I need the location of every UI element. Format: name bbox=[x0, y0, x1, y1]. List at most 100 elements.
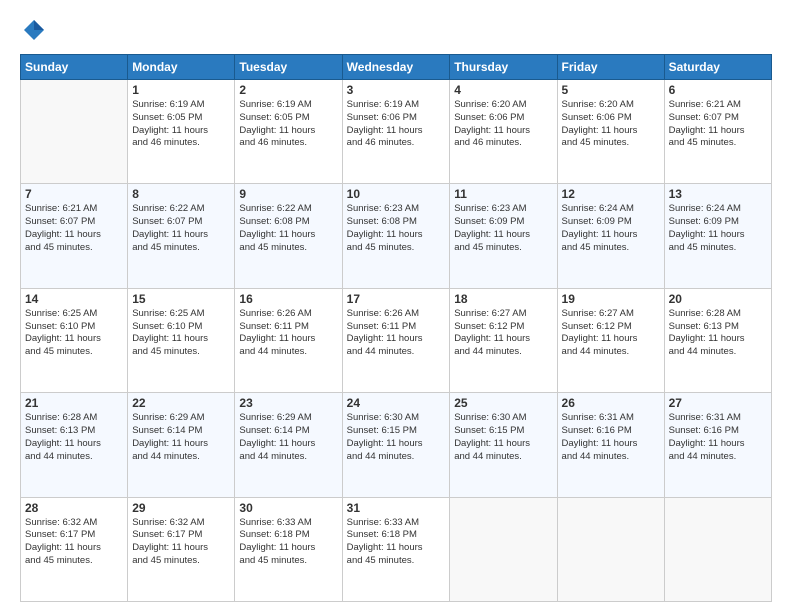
day-cell: 17 Sunrise: 6:26 AMSunset: 6:11 PMDayligh… bbox=[342, 288, 450, 392]
calendar-table: SundayMondayTuesdayWednesdayThursdayFrid… bbox=[20, 54, 772, 602]
day-info: Sunrise: 6:22 AMSunset: 6:08 PMDaylight:… bbox=[239, 203, 337, 254]
day-cell: 11Sunrise: 6:23 AMSunset: 6:09 PMDayligh… bbox=[450, 184, 557, 288]
day-number: 14 bbox=[25, 292, 123, 306]
day-info: Sunrise: 6:20 AMSunset: 6:06 PMDaylight:… bbox=[454, 99, 552, 150]
day-info: Sunrise: 6:25 AMSunset: 6:10 PMDaylight:… bbox=[132, 308, 230, 359]
day-cell: 3 Sunrise: 6:19 AMSunset: 6:06 PMDaylight… bbox=[342, 80, 450, 184]
day-cell: 29 Sunrise: 6:32 AMSunset: 6:17 PMDayligh… bbox=[128, 497, 235, 601]
day-header-monday: Monday bbox=[128, 55, 235, 80]
day-info: Sunrise: 6:19 AMSunset: 6:05 PMDaylight:… bbox=[132, 99, 230, 150]
day-number: 9 bbox=[239, 187, 337, 201]
day-info: Sunrise: 6:24 AMSunset: 6:09 PMDaylight:… bbox=[562, 203, 660, 254]
day-number: 16 bbox=[239, 292, 337, 306]
day-cell: 15 Sunrise: 6:25 AMSunset: 6:10 PMDayligh… bbox=[128, 288, 235, 392]
day-number: 27 bbox=[669, 396, 767, 410]
page: SundayMondayTuesdayWednesdayThursdayFrid… bbox=[0, 0, 792, 612]
day-cell: 16 Sunrise: 6:26 AMSunset: 6:11 PMDayligh… bbox=[235, 288, 342, 392]
week-row-0: 1 Sunrise: 6:19 AMSunset: 6:05 PMDaylight… bbox=[21, 80, 772, 184]
day-info: Sunrise: 6:31 AMSunset: 6:16 PMDaylight:… bbox=[562, 412, 660, 463]
day-header-tuesday: Tuesday bbox=[235, 55, 342, 80]
day-info: Sunrise: 6:19 AMSunset: 6:06 PMDaylight:… bbox=[347, 99, 446, 150]
day-header-wednesday: Wednesday bbox=[342, 55, 450, 80]
day-number: 24 bbox=[347, 396, 446, 410]
day-info: Sunrise: 6:20 AMSunset: 6:06 PMDaylight:… bbox=[562, 99, 660, 150]
day-info: Sunrise: 6:21 AMSunset: 6:07 PMDaylight:… bbox=[25, 203, 123, 254]
day-header-friday: Friday bbox=[557, 55, 664, 80]
day-info: Sunrise: 6:23 AMSunset: 6:08 PMDaylight:… bbox=[347, 203, 446, 254]
day-header-saturday: Saturday bbox=[664, 55, 771, 80]
day-info: Sunrise: 6:26 AMSunset: 6:11 PMDaylight:… bbox=[347, 308, 446, 359]
day-number: 19 bbox=[562, 292, 660, 306]
day-number: 22 bbox=[132, 396, 230, 410]
day-cell: 27 Sunrise: 6:31 AMSunset: 6:16 PMDayligh… bbox=[664, 393, 771, 497]
day-cell: 5 Sunrise: 6:20 AMSunset: 6:06 PMDaylight… bbox=[557, 80, 664, 184]
day-info: Sunrise: 6:31 AMSunset: 6:16 PMDaylight:… bbox=[669, 412, 767, 463]
day-number: 23 bbox=[239, 396, 337, 410]
day-number: 15 bbox=[132, 292, 230, 306]
day-number: 7 bbox=[25, 187, 123, 201]
day-info: Sunrise: 6:32 AMSunset: 6:17 PMDaylight:… bbox=[25, 517, 123, 568]
day-cell bbox=[557, 497, 664, 601]
day-info: Sunrise: 6:19 AMSunset: 6:05 PMDaylight:… bbox=[239, 99, 337, 150]
day-info: Sunrise: 6:24 AMSunset: 6:09 PMDaylight:… bbox=[669, 203, 767, 254]
day-number: 12 bbox=[562, 187, 660, 201]
day-cell: 14 Sunrise: 6:25 AMSunset: 6:10 PMDayligh… bbox=[21, 288, 128, 392]
day-cell: 21Sunrise: 6:28 AMSunset: 6:13 PMDayligh… bbox=[21, 393, 128, 497]
day-number: 18 bbox=[454, 292, 552, 306]
day-cell bbox=[21, 80, 128, 184]
day-number: 21 bbox=[25, 396, 123, 410]
day-cell: 1 Sunrise: 6:19 AMSunset: 6:05 PMDaylight… bbox=[128, 80, 235, 184]
day-number: 26 bbox=[562, 396, 660, 410]
day-cell: 2 Sunrise: 6:19 AMSunset: 6:05 PMDaylight… bbox=[235, 80, 342, 184]
day-info: Sunrise: 6:27 AMSunset: 6:12 PMDaylight:… bbox=[454, 308, 552, 359]
day-cell: 4Sunrise: 6:20 AMSunset: 6:06 PMDaylight… bbox=[450, 80, 557, 184]
day-cell: 25 Sunrise: 6:30 AMSunset: 6:15 PMDayligh… bbox=[450, 393, 557, 497]
header bbox=[20, 16, 772, 44]
day-number: 11 bbox=[454, 187, 552, 201]
day-cell: 6Sunrise: 6:21 AMSunset: 6:07 PMDaylight… bbox=[664, 80, 771, 184]
day-number: 1 bbox=[132, 83, 230, 97]
day-cell bbox=[450, 497, 557, 601]
day-cell: 10 Sunrise: 6:23 AMSunset: 6:08 PMDayligh… bbox=[342, 184, 450, 288]
day-number: 30 bbox=[239, 501, 337, 515]
day-info: Sunrise: 6:30 AMSunset: 6:15 PMDaylight:… bbox=[454, 412, 552, 463]
week-row-1: 7 Sunrise: 6:21 AMSunset: 6:07 PMDaylight… bbox=[21, 184, 772, 288]
day-info: Sunrise: 6:25 AMSunset: 6:10 PMDaylight:… bbox=[25, 308, 123, 359]
day-info: Sunrise: 6:33 AMSunset: 6:18 PMDaylight:… bbox=[239, 517, 337, 568]
day-number: 25 bbox=[454, 396, 552, 410]
week-row-3: 21Sunrise: 6:28 AMSunset: 6:13 PMDayligh… bbox=[21, 393, 772, 497]
day-info: Sunrise: 6:33 AMSunset: 6:18 PMDaylight:… bbox=[347, 517, 446, 568]
week-row-2: 14 Sunrise: 6:25 AMSunset: 6:10 PMDayligh… bbox=[21, 288, 772, 392]
day-number: 5 bbox=[562, 83, 660, 97]
day-cell: 22 Sunrise: 6:29 AMSunset: 6:14 PMDayligh… bbox=[128, 393, 235, 497]
day-info: Sunrise: 6:30 AMSunset: 6:15 PMDaylight:… bbox=[347, 412, 446, 463]
day-number: 3 bbox=[347, 83, 446, 97]
day-cell bbox=[664, 497, 771, 601]
day-cell: 18 Sunrise: 6:27 AMSunset: 6:12 PMDayligh… bbox=[450, 288, 557, 392]
day-info: Sunrise: 6:28 AMSunset: 6:13 PMDaylight:… bbox=[669, 308, 767, 359]
day-info: Sunrise: 6:22 AMSunset: 6:07 PMDaylight:… bbox=[132, 203, 230, 254]
day-cell: 13 Sunrise: 6:24 AMSunset: 6:09 PMDayligh… bbox=[664, 184, 771, 288]
day-number: 8 bbox=[132, 187, 230, 201]
day-number: 6 bbox=[669, 83, 767, 97]
day-number: 10 bbox=[347, 187, 446, 201]
day-header-thursday: Thursday bbox=[450, 55, 557, 80]
logo bbox=[20, 16, 52, 44]
day-number: 13 bbox=[669, 187, 767, 201]
day-cell: 19 Sunrise: 6:27 AMSunset: 6:12 PMDayligh… bbox=[557, 288, 664, 392]
day-cell: 9 Sunrise: 6:22 AMSunset: 6:08 PMDaylight… bbox=[235, 184, 342, 288]
day-cell: 23Sunrise: 6:29 AMSunset: 6:14 PMDayligh… bbox=[235, 393, 342, 497]
day-info: Sunrise: 6:29 AMSunset: 6:14 PMDaylight:… bbox=[132, 412, 230, 463]
day-cell: 26 Sunrise: 6:31 AMSunset: 6:16 PMDayligh… bbox=[557, 393, 664, 497]
day-info: Sunrise: 6:32 AMSunset: 6:17 PMDaylight:… bbox=[132, 517, 230, 568]
day-number: 17 bbox=[347, 292, 446, 306]
day-number: 29 bbox=[132, 501, 230, 515]
day-info: Sunrise: 6:27 AMSunset: 6:12 PMDaylight:… bbox=[562, 308, 660, 359]
day-info: Sunrise: 6:26 AMSunset: 6:11 PMDaylight:… bbox=[239, 308, 337, 359]
day-number: 2 bbox=[239, 83, 337, 97]
day-cell: 12 Sunrise: 6:24 AMSunset: 6:09 PMDayligh… bbox=[557, 184, 664, 288]
day-cell: 8 Sunrise: 6:22 AMSunset: 6:07 PMDaylight… bbox=[128, 184, 235, 288]
day-cell: 28Sunrise: 6:32 AMSunset: 6:17 PMDayligh… bbox=[21, 497, 128, 601]
day-number: 31 bbox=[347, 501, 446, 515]
day-cell: 30 Sunrise: 6:33 AMSunset: 6:18 PMDayligh… bbox=[235, 497, 342, 601]
